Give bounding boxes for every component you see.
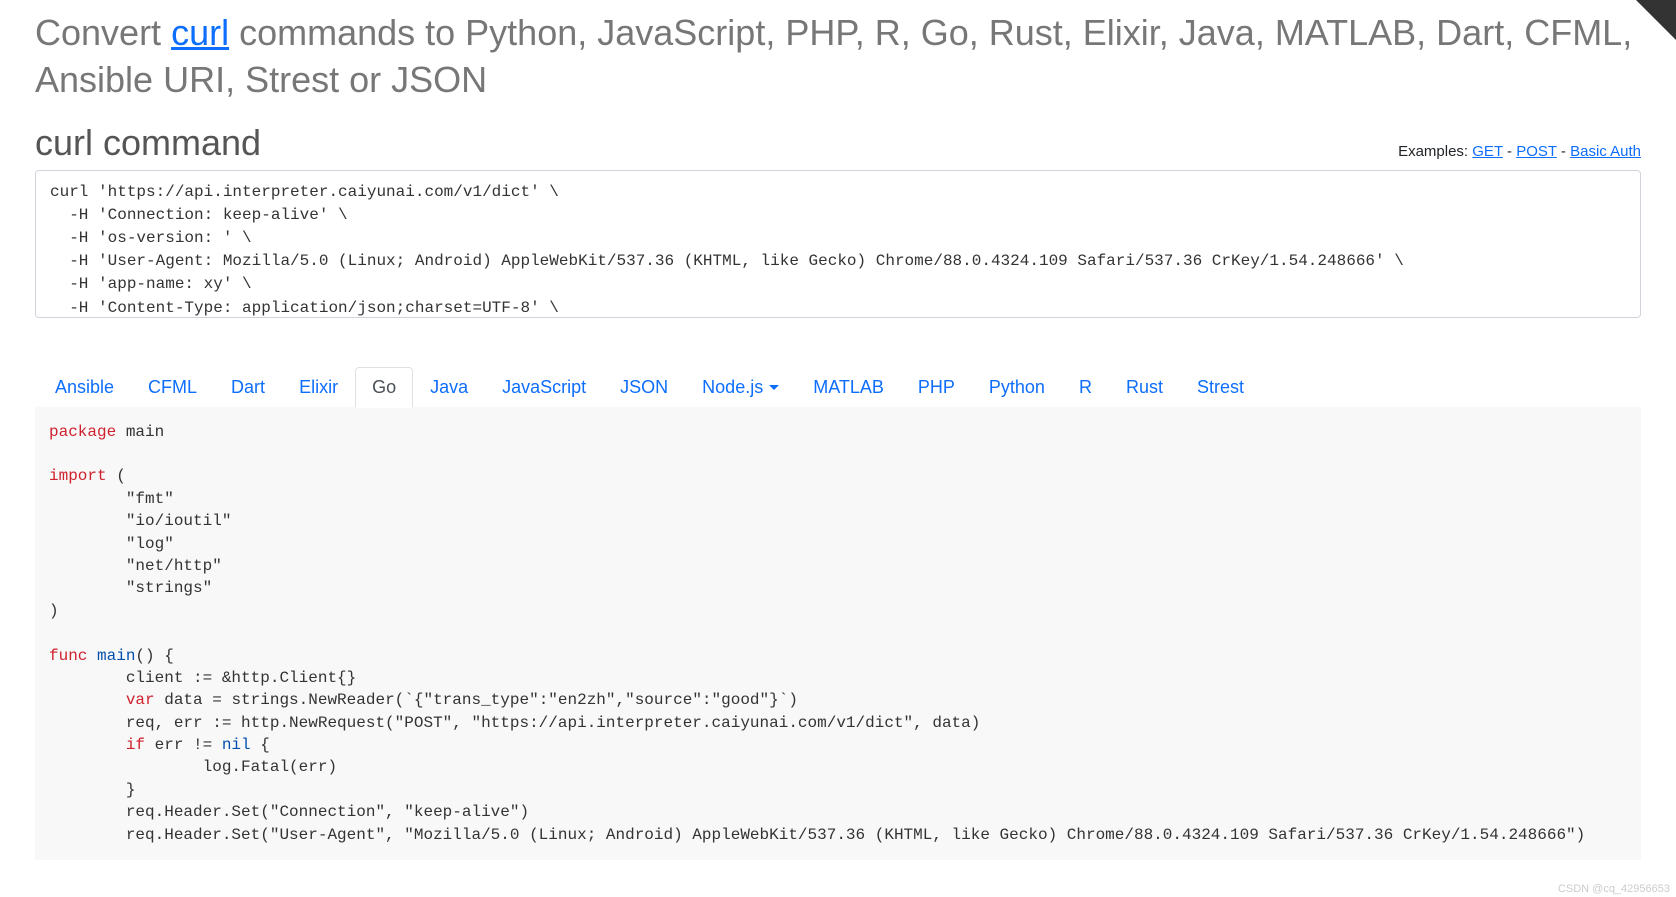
corner-fold-icon (1636, 0, 1676, 40)
code-output: package main import ( "fmt" "io/ioutil" … (35, 407, 1641, 860)
code-text: () { (135, 647, 173, 665)
code-text: err != (145, 736, 222, 754)
example-basicauth-link[interactable]: Basic Auth (1570, 143, 1641, 160)
title-post: commands to Python, JavaScript, PHP, R, … (35, 12, 1632, 100)
code-text: ) (49, 602, 59, 620)
tab-ansible[interactable]: Ansible (38, 367, 131, 408)
example-post-link[interactable]: POST (1516, 143, 1557, 160)
tab-javascript[interactable]: JavaScript (485, 367, 603, 408)
code-text: client := &http.Client{} (49, 669, 356, 687)
page-title: Convert curl commands to Python, JavaScr… (35, 10, 1641, 104)
chevron-down-icon (769, 385, 779, 390)
code-text: req, err := http.NewRequest("POST", "htt… (49, 714, 980, 732)
code-text: log.Fatal(err) (49, 758, 337, 776)
code-text: req.Header.Set("Connection", "keep-alive… (49, 803, 529, 821)
kw-import: import (49, 467, 107, 485)
examples-label-row: Examples: GET - POST - Basic Auth (1398, 143, 1641, 164)
tab-python[interactable]: Python (972, 367, 1062, 408)
code-text: "fmt" (49, 490, 174, 508)
fn-main: main (97, 647, 135, 665)
kw-nil: nil (222, 736, 251, 754)
curl-input[interactable] (35, 170, 1641, 318)
tab-elixir[interactable]: Elixir (282, 367, 355, 408)
kw-package: package (49, 423, 116, 441)
tab-strest[interactable]: Strest (1180, 367, 1261, 408)
tab-java[interactable]: Java (413, 367, 485, 408)
section-heading: curl command (35, 122, 261, 164)
tab-nodejs[interactable]: Node.js (685, 367, 796, 408)
tab-json[interactable]: JSON (603, 367, 685, 408)
kw-if: if (126, 736, 145, 754)
language-tabs: Ansible CFML Dart Elixir Go Java JavaScr… (35, 367, 1641, 408)
watermark: CSDN @cq_42956653 (1558, 883, 1670, 895)
code-text: req.Header.Set("User-Agent", "Mozilla/5.… (49, 826, 1585, 844)
code-text: { (251, 736, 270, 754)
code-text: "io/ioutil" (49, 512, 231, 530)
code-text: } (49, 781, 135, 799)
tab-php[interactable]: PHP (901, 367, 972, 408)
tab-go[interactable]: Go (355, 367, 413, 408)
code-text (87, 647, 97, 665)
tab-rust[interactable]: Rust (1109, 367, 1180, 408)
code-text: data = strings.NewReader(`{"trans_type":… (155, 691, 798, 709)
code-text: "log" (49, 535, 174, 553)
title-pre: Convert (35, 12, 171, 53)
kw-func: func (49, 647, 87, 665)
tab-r[interactable]: R (1062, 367, 1109, 408)
kw-var: var (126, 691, 155, 709)
tab-cfml[interactable]: CFML (131, 367, 214, 408)
tab-nodejs-label: Node.js (702, 377, 763, 398)
curl-link[interactable]: curl (171, 12, 229, 53)
examples-label: Examples: (1398, 143, 1472, 160)
code-text: "strings" (49, 579, 212, 597)
example-get-link[interactable]: GET (1472, 143, 1503, 160)
tab-matlab[interactable]: MATLAB (796, 367, 901, 408)
tab-dart[interactable]: Dart (214, 367, 282, 408)
code-text: main (116, 423, 164, 441)
code-text (49, 691, 126, 709)
code-text (49, 736, 126, 754)
code-text: "net/http" (49, 557, 222, 575)
code-text: ( (107, 467, 126, 485)
